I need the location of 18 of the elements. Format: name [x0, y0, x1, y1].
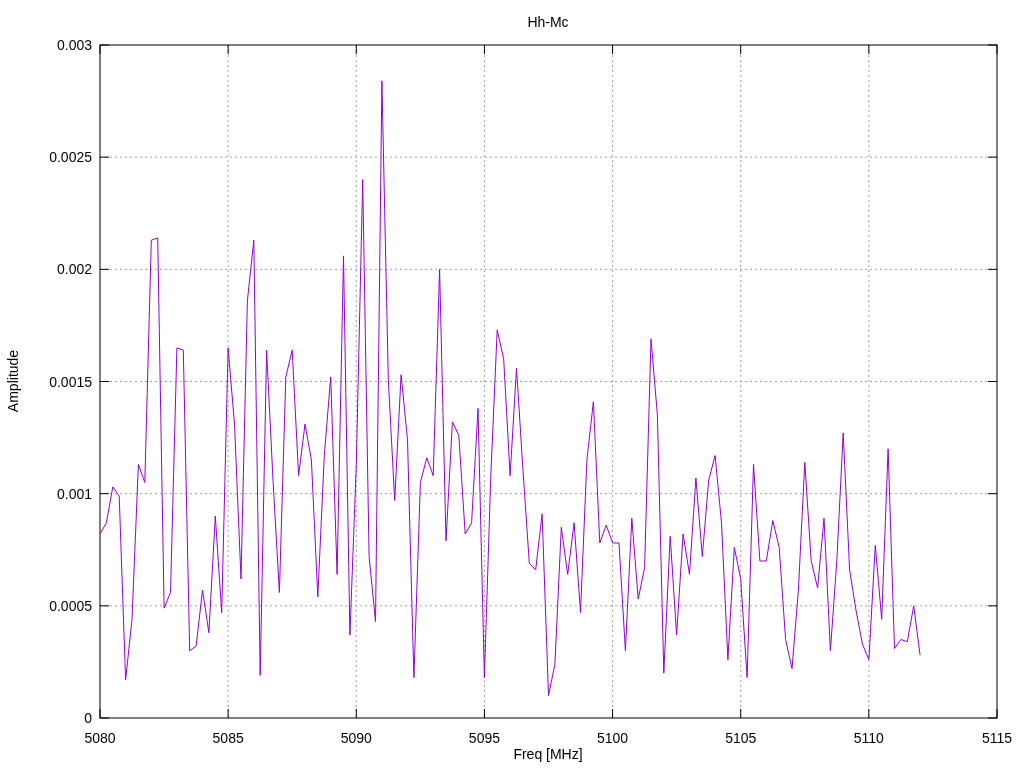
y-tick-label: 0: [84, 710, 92, 726]
y-tick-label: 0.0025: [49, 149, 92, 166]
y-tick-label: 0.002: [56, 261, 92, 278]
y-axis-label: Amplitude: [5, 349, 21, 413]
y-tick-label: 0.0015: [49, 373, 92, 390]
x-axis-label: Freq [MHz]: [513, 746, 583, 762]
y-tick-label: 0.003: [56, 37, 92, 53]
x-tick-label: 5085: [212, 730, 244, 746]
y-tick-label: 0.0005: [49, 597, 92, 614]
y-tick-label: 0.001: [56, 485, 92, 502]
x-tick-label: 5110: [853, 730, 884, 746]
x-tick-label: 5105: [725, 730, 757, 746]
x-tick-label: 5090: [340, 730, 372, 746]
x-tick-label: 5115: [981, 730, 1013, 746]
chart-title: Hh-Mc: [527, 14, 569, 30]
x-tick-label: 5080: [84, 730, 116, 746]
x-tick-label: 5095: [468, 730, 500, 746]
x-tick-label: 5100: [597, 730, 629, 746]
